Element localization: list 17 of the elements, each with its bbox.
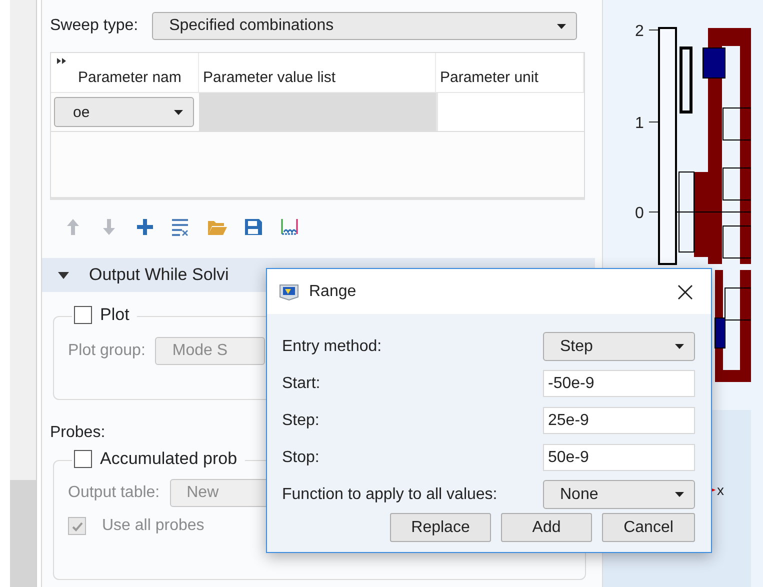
axis-tick-label: 1 [635, 115, 644, 132]
axis-tick-label: 0 [635, 205, 644, 222]
field-label: Step: [282, 412, 320, 430]
sweep-type-label: Sweep type: [50, 17, 138, 35]
output-table-label: Output table: [68, 484, 160, 502]
dialog-title: Range [309, 282, 358, 300]
checkbox-label: Plot [100, 305, 130, 325]
field-label: Function to apply to all values: [282, 486, 498, 504]
checkbox-label: Accumulated prob [100, 449, 238, 469]
plot-group-label: Plot group: [68, 342, 146, 360]
axis-tick-label: 2 [635, 23, 644, 40]
field-label: Start: [282, 374, 320, 392]
field-label: Stop: [282, 448, 320, 466]
checkbox-label: Use all probes [102, 517, 204, 535]
probes-label: Probes: [50, 424, 106, 442]
field-label: Entry method: [282, 338, 382, 356]
axis-label: x [717, 482, 724, 498]
